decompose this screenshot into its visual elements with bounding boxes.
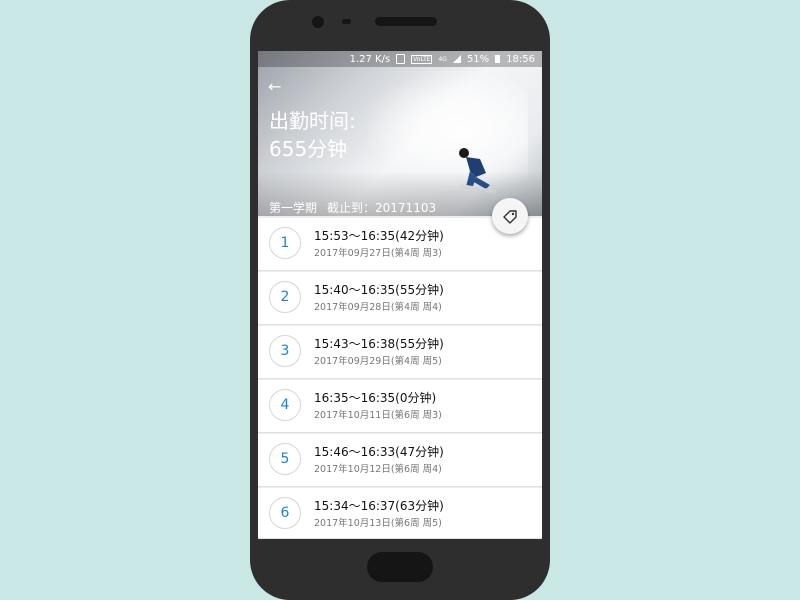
term-label: 第一学期: [269, 201, 318, 215]
app-screen: 1.27 K/s VoLTE 4G 51% 18:56 ← 出勤时间: 655分…: [258, 51, 542, 539]
time-range: 16:35～16:35(0分钟): [314, 391, 437, 405]
list-item[interactable]: 4 16:35～16:35(0分钟) 2017年10月11日(第6周 周3): [258, 380, 542, 433]
date-week: 2017年09月29日(第4周 周5): [314, 356, 442, 367]
network-type: 4G: [438, 55, 447, 63]
deadline-label: 截止到：20171103: [327, 201, 437, 215]
earpiece-speaker: [375, 17, 437, 26]
date-week: 2017年10月12日(第6周 周4): [314, 464, 442, 475]
time-range: 15:40～16:35(55分钟): [314, 283, 444, 297]
index-badge: 6: [269, 497, 301, 529]
attendance-title: 出勤时间:: [269, 109, 356, 133]
date-week: 2017年09月28日(第4周 周4): [314, 302, 442, 313]
net-speed: 1.27 K/s: [349, 53, 391, 65]
battery-level: 51%: [466, 53, 490, 65]
attendance-total: 655分钟: [269, 137, 348, 161]
date-week: 2017年10月13日(第6周 周5): [314, 518, 442, 529]
phone-icon: [396, 54, 406, 64]
clock: 18:56: [506, 53, 535, 65]
tag-icon: [503, 210, 517, 224]
date-week: 2017年09月27日(第4周 周3): [314, 248, 442, 259]
term-info: 第一学期 截止到：20171103: [269, 199, 436, 216]
index-badge: 5: [269, 443, 301, 475]
volte-icon: VoLTE: [411, 54, 433, 64]
signal-icon: [452, 55, 461, 63]
time-range: 15:43～16:38(55分钟): [314, 337, 444, 351]
home-button[interactable]: [367, 552, 433, 582]
battery-icon: [495, 55, 501, 63]
time-range: 15:53～16:35(42分钟): [314, 229, 444, 243]
list-item[interactable]: 6 15:34～16:37(63分钟) 2017年10月13日(第6周 周5): [258, 488, 542, 539]
index-badge: 4: [269, 389, 301, 421]
time-range: 15:34～16:37(63分钟): [314, 499, 444, 513]
arrow-left-icon[interactable]: ←: [268, 77, 281, 96]
date-week: 2017年10月11日(第6周 周3): [314, 410, 442, 421]
tag-button[interactable]: [492, 198, 528, 234]
snowboarder-illustration: [459, 148, 496, 194]
list-item[interactable]: 5 15:46～16:33(47分钟) 2017年10月12日(第6周 周4): [258, 434, 542, 487]
status-bar: 1.27 K/s VoLTE 4G 51% 18:56: [258, 51, 542, 67]
list-item[interactable]: 2 15:40～16:35(55分钟) 2017年09月28日(第4周 周4): [258, 272, 542, 325]
list-item[interactable]: 3 15:43～16:38(55分钟) 2017年09月29日(第4周 周5): [258, 326, 542, 379]
proximity-sensor: [342, 19, 351, 24]
snow-spray: [368, 71, 528, 191]
index-badge: 1: [269, 227, 301, 259]
time-range: 15:46～16:33(47分钟): [314, 445, 444, 459]
index-badge: 2: [269, 281, 301, 313]
front-camera: [312, 16, 324, 28]
attendance-list: 1 15:53～16:35(42分钟) 2017年09月27日(第4周 周3) …: [258, 218, 542, 539]
index-badge: 3: [269, 335, 301, 367]
